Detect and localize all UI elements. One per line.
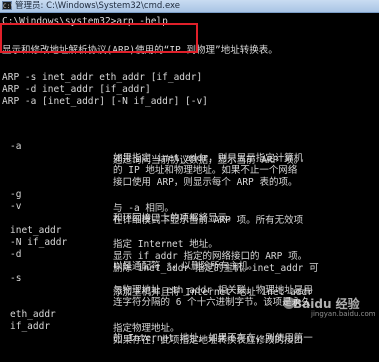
command-highlight-box	[0, 23, 198, 53]
option-desc: 接口使用 ARP，则显示每个 ARP 表的项。	[113, 177, 298, 188]
option-desc: 连字符分隔的 6 个十六进制字节。该项是永久	[113, 297, 311, 308]
window-title: 管理员: C:\Windows\System32\cmd.exe	[15, 1, 181, 11]
option-desc: 和环回接口上的项都将显示。	[113, 213, 237, 224]
watermark-url: jingyan.baidu.com	[311, 310, 376, 318]
option-desc: 以是通配符 *，以删除所有主机。	[113, 261, 258, 272]
cmd-icon: C:\	[2, 1, 14, 10]
baidu-watermark: Baidu 经验 jingyan.baidu.com	[283, 293, 379, 322]
console-output[interactable]: C:\Windows\system32>arp -help 显示和修改地址解析协…	[0, 13, 379, 346]
usage-line: ARP -a [inet_addr] [-N if_addr] [-v]	[2, 96, 208, 107]
option-desc: 的 Internet 地址。如果不存在，则使用第一	[113, 333, 313, 344]
option-row: 的 Internet 地址。如果不存在，则使用第一	[0, 318, 313, 344]
title-bar[interactable]: C:\ 管理员: C:\Windows\System32\cmd.exe	[0, 0, 379, 13]
